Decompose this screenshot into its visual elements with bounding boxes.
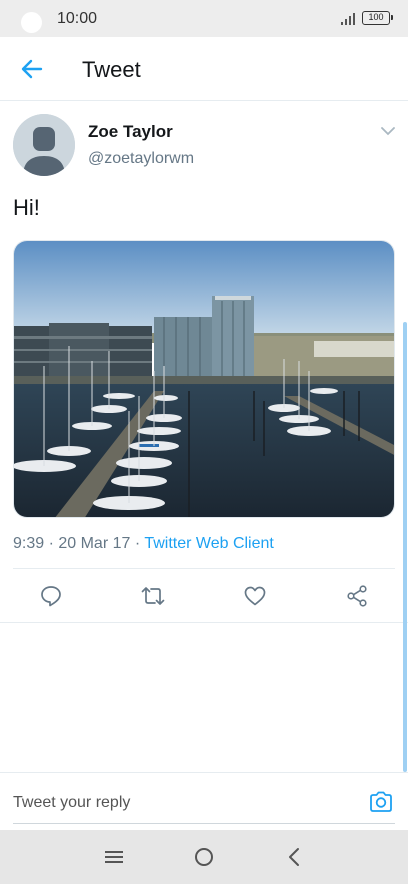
reply-underline	[13, 823, 395, 824]
back-icon	[289, 848, 299, 866]
page-title: Tweet	[82, 57, 141, 82]
home-button[interactable]	[192, 845, 216, 869]
tweet-menu-button[interactable]	[378, 123, 398, 139]
default-avatar-icon	[13, 114, 75, 176]
heart-icon	[244, 586, 266, 606]
menu-icon	[105, 851, 123, 863]
status-time: 10:00	[57, 10, 98, 27]
chevron-down-icon	[381, 127, 395, 136]
tweet-client-link[interactable]: Twitter Web Client	[144, 535, 274, 552]
camera-icon	[370, 791, 392, 812]
camera-cutout	[21, 12, 42, 33]
like-button[interactable]	[242, 583, 268, 609]
author-name[interactable]: Zoe Taylor	[88, 122, 173, 142]
system-nav-bar	[0, 830, 408, 884]
author-handle[interactable]: @zoetaylorwm	[88, 150, 194, 168]
recent-apps-button[interactable]	[102, 845, 126, 869]
tweet-actions	[0, 569, 408, 623]
comment-icon	[41, 586, 61, 607]
scrollbar[interactable]	[403, 322, 407, 772]
harbour-photo	[14, 241, 394, 517]
avatar[interactable]	[13, 114, 75, 176]
back-button[interactable]	[16, 53, 48, 85]
camera-button[interactable]	[368, 789, 394, 815]
reply-input[interactable]	[13, 791, 353, 815]
share-icon	[347, 585, 367, 607]
divider	[0, 622, 408, 623]
tweet-timestamp: 9:39 · 20 Mar 17 ·	[13, 535, 145, 552]
retweet-icon	[141, 587, 165, 605]
nav-back-button[interactable]	[282, 845, 306, 869]
home-icon	[195, 848, 213, 866]
tweet-meta: 9:39 · 20 Mar 17 · Twitter Web Client	[13, 535, 274, 553]
reply-button[interactable]	[38, 583, 64, 609]
app-header: Tweet	[0, 37, 408, 101]
tweet-text: Hi!	[13, 195, 40, 220]
tweet-photo[interactable]	[13, 240, 395, 518]
signal-icon	[341, 13, 355, 25]
status-bar: 10:00 100	[0, 0, 408, 37]
share-button[interactable]	[344, 583, 370, 609]
retweet-button[interactable]	[140, 583, 166, 609]
reply-bar	[0, 772, 408, 828]
arrow-left-icon	[21, 59, 43, 79]
battery-icon: 100	[362, 11, 393, 25]
